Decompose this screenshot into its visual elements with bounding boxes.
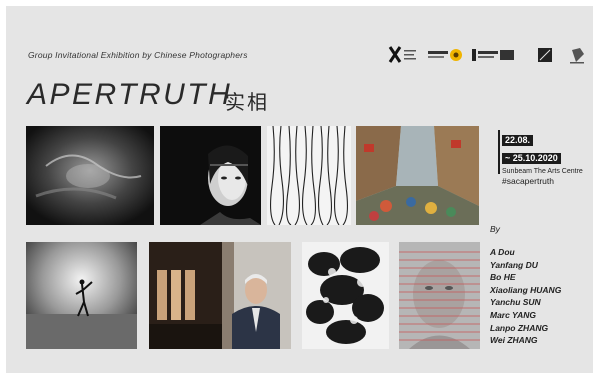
date-end: ~ 25.10.2020: [502, 153, 561, 164]
artist-name: A Dou: [490, 247, 515, 257]
photo-face-red-text-image: [399, 242, 480, 349]
photo-street-scene-image: [356, 126, 479, 225]
square-logo: [538, 48, 552, 62]
artist-name: Xiaoliang HUANG: [490, 284, 562, 295]
exhibition-title: APERTRUTH: [27, 78, 233, 111]
x-logo: [388, 46, 416, 63]
photo-interior-light: [149, 242, 222, 349]
photo-portrait-woman-image: [160, 126, 261, 225]
artist-name: Bo HE: [490, 272, 516, 283]
by-label: By: [490, 224, 500, 234]
photo-ink-trees-image: [302, 242, 389, 349]
photo-abstract-lines-image: [267, 126, 351, 225]
artist-name: Yanfang DU: [490, 259, 538, 270]
venue-name: Sunbeam The Arts Centre: [502, 168, 583, 175]
artist-name: Wei ZHANG: [490, 335, 538, 346]
photo-landscape-dark: [26, 126, 154, 225]
photo-landscape-dark-image: [26, 126, 154, 225]
photo-man-portrait: [222, 242, 291, 349]
exhibition-dates: 22.08. ~ 25.10.2020 Sunbeam The Arts Cen…: [502, 130, 596, 186]
photo-dancer-silhouette-image: [26, 242, 137, 349]
gallery-logo: [472, 49, 514, 61]
bird-logo: [570, 48, 584, 64]
photo-portrait-woman: [160, 126, 261, 225]
sponsor-logos: [388, 44, 596, 66]
photo-dancer-silhouette: [26, 242, 137, 349]
artist-name: Yanchu SUN: [490, 297, 541, 308]
sunflower-logo: [450, 49, 462, 61]
photo-face-red-text: [399, 242, 480, 349]
partner-logo: [428, 51, 448, 58]
artist-name: Lanpo ZHANG: [490, 322, 549, 333]
sponsor-logo-strip: [388, 46, 584, 64]
exhibition-title-chinese: 实相: [225, 90, 269, 114]
exhibition-poster: Group Invitational Exhibition by Chinese…: [6, 6, 593, 373]
date-start: 22.08.: [502, 135, 534, 146]
artist-name: Marc YANG: [490, 309, 536, 320]
photo-abstract-lines: [267, 126, 351, 225]
hashtag: #sacapertruth: [502, 176, 554, 186]
artist-list: A Dou Yanfang DU Bo HE Xiaoliang HUANG Y…: [490, 246, 561, 347]
photo-ink-trees: [302, 242, 389, 349]
photo-interior-light-image: [149, 242, 222, 349]
exhibition-subtitle: Group Invitational Exhibition by Chinese…: [28, 50, 248, 60]
date-divider-line: [498, 130, 500, 174]
photo-street-scene: [356, 126, 479, 225]
photo-man-portrait-image: [222, 242, 291, 349]
